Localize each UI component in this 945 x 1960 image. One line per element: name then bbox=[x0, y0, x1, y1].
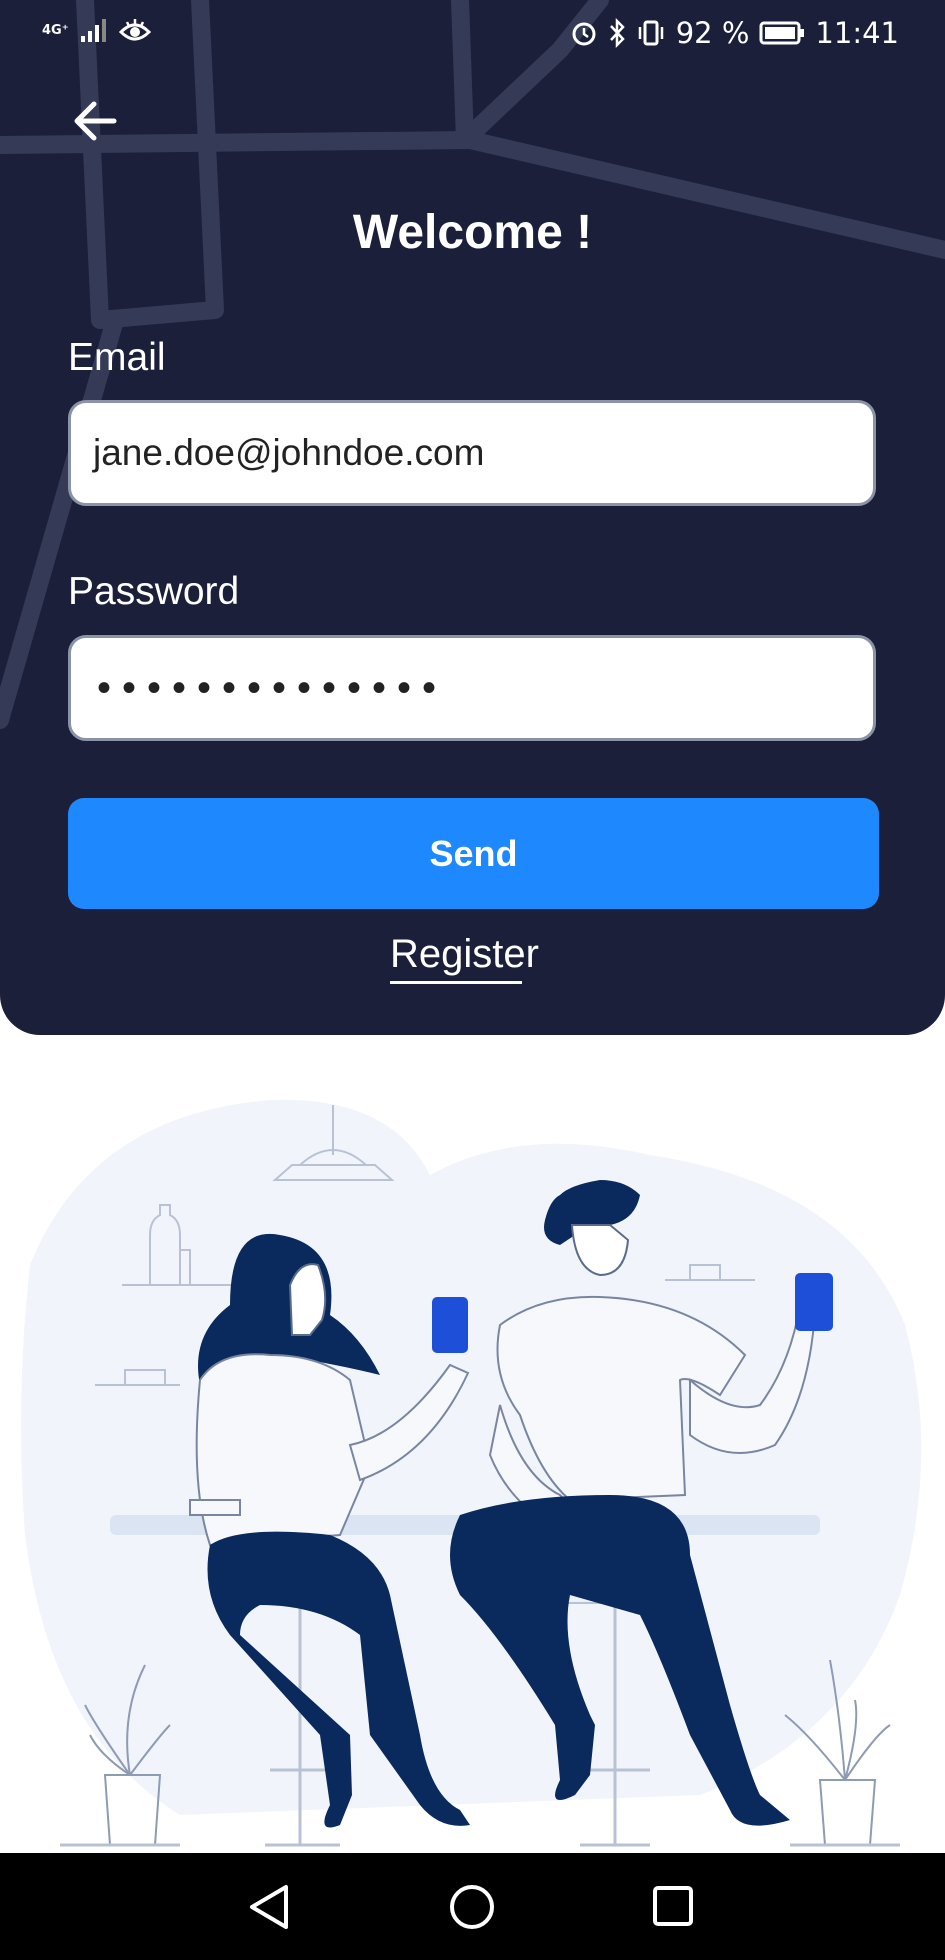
network-type: 4G⁺ bbox=[42, 23, 69, 38]
status-bar: 4G⁺ 92 % 11:41 bbox=[0, 0, 945, 70]
battery-percent: 92 % bbox=[675, 16, 750, 50]
back-arrow-icon[interactable] bbox=[70, 96, 130, 146]
alarm-icon bbox=[572, 22, 596, 46]
password-label: Password bbox=[68, 570, 240, 613]
clock: 11:41 bbox=[815, 16, 899, 50]
system-nav-bar bbox=[0, 1853, 945, 1960]
register-link[interactable]: Register bbox=[390, 932, 539, 984]
email-field[interactable]: jane.doe@johndoe.com bbox=[68, 400, 876, 506]
square-recents-icon[interactable] bbox=[652, 1885, 694, 1927]
battery-icon bbox=[759, 21, 805, 45]
eye-icon bbox=[118, 19, 151, 41]
email-label: Email bbox=[68, 336, 166, 379]
login-panel: 4G⁺ 92 % 11:41 Welcome ! Email jane.doe@… bbox=[0, 0, 945, 1035]
page-title: Welcome ! bbox=[352, 206, 593, 259]
bluetooth-icon bbox=[609, 18, 625, 48]
signal-icon bbox=[80, 19, 106, 42]
triangle-back-icon[interactable] bbox=[248, 1883, 292, 1931]
circle-home-icon[interactable] bbox=[448, 1883, 496, 1931]
illustration-people-drinking bbox=[21, 1099, 922, 1847]
password-field[interactable]: •••••••••••••• bbox=[68, 635, 876, 741]
send-button[interactable]: Send bbox=[68, 798, 879, 909]
vibrate-icon bbox=[638, 20, 663, 46]
